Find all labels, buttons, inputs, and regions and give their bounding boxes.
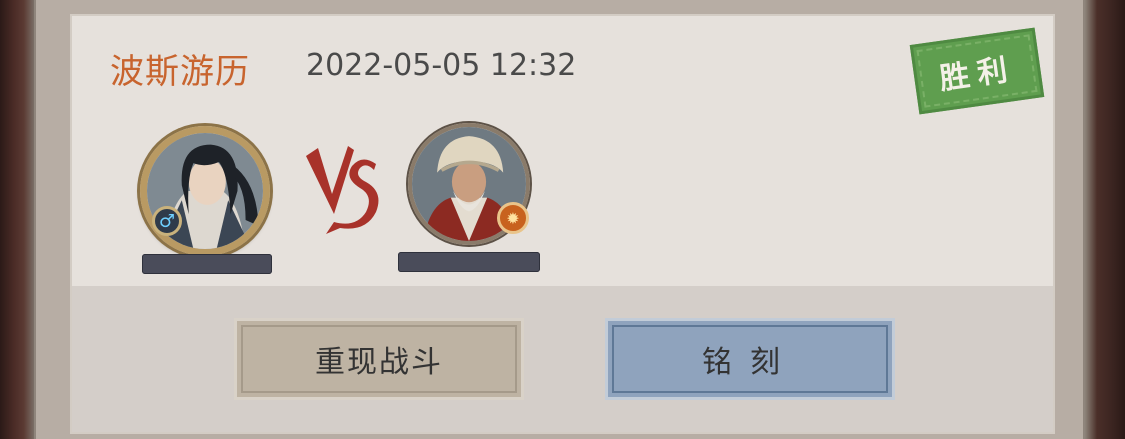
vs-icon <box>306 146 379 234</box>
player-avatar[interactable] <box>140 126 270 256</box>
background-right <box>1085 0 1125 439</box>
card-action-area <box>72 286 1053 432</box>
engrave-button[interactable]: 铭刻 <box>605 318 895 400</box>
male-gender-icon: ♂ <box>152 206 182 236</box>
battle-record-card: 波斯游历 2022-05-05 12:32 胜利 ♂ ✹ 重现战斗 铭刻 <box>70 14 1055 434</box>
battle-title: 波斯游历 <box>110 52 250 92</box>
faction-emblem-icon: ✹ <box>497 202 529 234</box>
player-name-bar <box>142 254 272 274</box>
battle-datetime: 2022-05-05 12:32 <box>306 48 577 83</box>
opponent-name-bar <box>398 252 540 272</box>
background-left <box>0 0 34 439</box>
replay-battle-button[interactable]: 重现战斗 <box>234 318 524 400</box>
